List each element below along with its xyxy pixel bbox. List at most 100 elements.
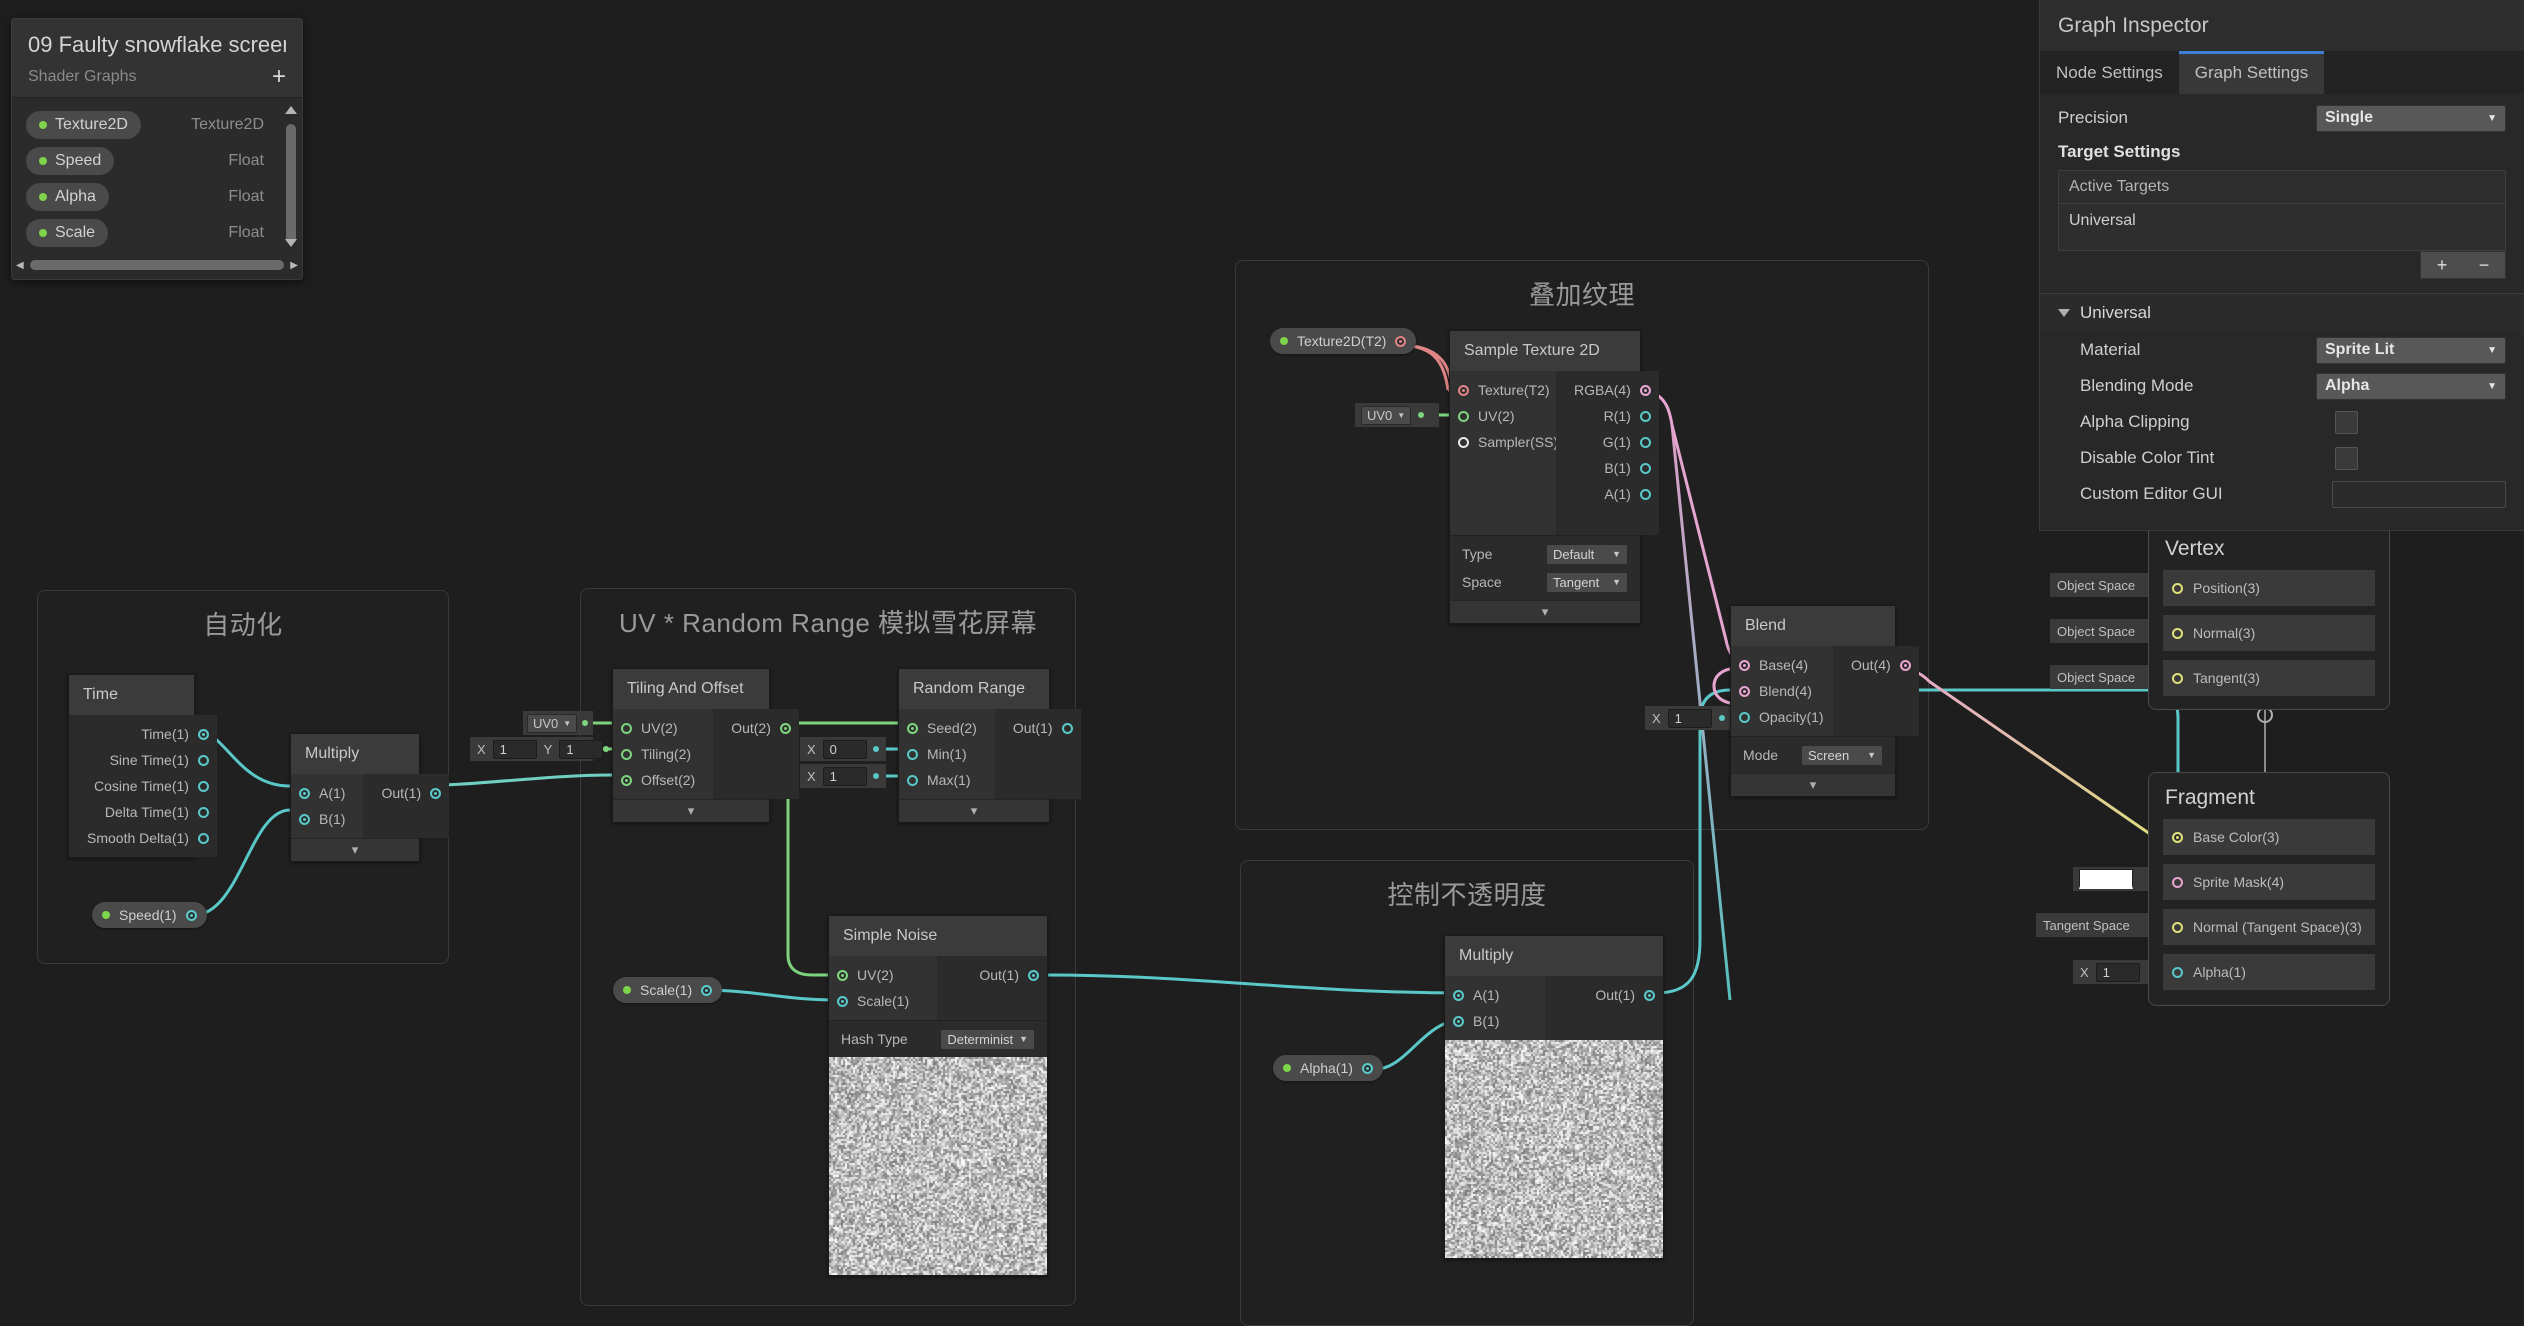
port-sine-time[interactable]: Sine Time(1): [69, 747, 217, 773]
port-dot-icon[interactable]: [1639, 488, 1651, 500]
port-dot-icon[interactable]: [621, 774, 632, 786]
port-dot-icon[interactable]: [2172, 582, 2183, 594]
list-item[interactable]: Universal: [2059, 204, 2505, 250]
vertical-scrollbar[interactable]: [284, 106, 298, 247]
type-dropdown[interactable]: Default ▼: [1546, 543, 1628, 565]
port-dot-icon[interactable]: [197, 780, 209, 792]
block-alpha[interactable]: Alpha(1): [2163, 954, 2375, 990]
collapse-toggle[interactable]: ▾: [899, 799, 1049, 822]
port-dot-icon[interactable]: [837, 995, 848, 1007]
port-texture[interactable]: Texture(T2): [1450, 377, 1556, 403]
port-a[interactable]: A(1): [291, 780, 363, 806]
precision-dropdown[interactable]: Single ▼: [2316, 104, 2506, 132]
list-item[interactable]: Speed Float: [12, 143, 302, 179]
tiling-x-input[interactable]: 1: [492, 739, 537, 759]
scroll-down-arrow-icon[interactable]: [285, 239, 297, 247]
port-dot-icon[interactable]: [1028, 969, 1039, 981]
property-pill[interactable]: Scale: [26, 219, 109, 247]
block-base-color[interactable]: Base Color(3): [2163, 819, 2375, 855]
port-dot-icon[interactable]: [1644, 989, 1655, 1001]
tiling-xy-field[interactable]: X 1 Y 1: [470, 737, 610, 761]
port-delta-time[interactable]: Delta Time(1): [69, 799, 217, 825]
port-b[interactable]: B(1): [1556, 455, 1659, 481]
target-buttons[interactable]: + −: [2420, 251, 2506, 279]
mode-dropdown[interactable]: Screen ▼: [1801, 744, 1883, 766]
max-input[interactable]: 1: [822, 766, 867, 786]
port-dot-icon[interactable]: [1739, 685, 1750, 697]
port-seed[interactable]: Seed(2): [899, 715, 995, 741]
port-dot-icon[interactable]: [1061, 722, 1073, 734]
uv-channel-field[interactable]: UV0 ▼: [523, 711, 593, 735]
port-dot-icon[interactable]: [197, 754, 209, 766]
opacity-input[interactable]: 1: [1667, 708, 1712, 728]
inspector-tabs[interactable]: Node Settings Graph Settings: [2040, 51, 2524, 94]
node-simple-noise[interactable]: Simple Noise UV(2) Scale(1) Out(1) Hash …: [828, 915, 1048, 1276]
material-row[interactable]: Material Sprite Lit ▼: [2040, 332, 2524, 368]
port-dot-icon[interactable]: [2172, 627, 2183, 639]
alpha-clipping-row[interactable]: Alpha Clipping: [2040, 404, 2524, 440]
port-dot-icon[interactable]: [907, 748, 918, 760]
port-dot-icon[interactable]: [1395, 335, 1407, 347]
tab-node-settings[interactable]: Node Settings: [2040, 51, 2179, 94]
property-list[interactable]: Texture2D Texture2D Speed Float Alpha Fl…: [12, 98, 302, 255]
port-b[interactable]: B(1): [291, 806, 363, 832]
port-scale[interactable]: Scale(1): [829, 988, 937, 1014]
block-position[interactable]: Position(3): [2163, 570, 2375, 606]
port-dot-icon[interactable]: [1739, 659, 1750, 671]
node-tiling-and-offset[interactable]: Tiling And Offset UV(2) Tiling(2) Offset…: [612, 668, 799, 823]
custom-editor-gui-row[interactable]: Custom Editor GUI: [2040, 476, 2524, 512]
list-item[interactable]: Scale Float: [12, 215, 302, 251]
port-min[interactable]: Min(1): [899, 741, 995, 767]
active-targets-list[interactable]: Active Targets Universal: [2058, 170, 2506, 251]
port-dot-icon[interactable]: [2172, 966, 2183, 978]
horizontal-scrollbar[interactable]: ◀ ▶: [12, 255, 302, 279]
remove-target-button[interactable]: −: [2463, 252, 2505, 278]
node-multiply-speed[interactable]: Multiply A(1) B(1) Out(1) ▾: [290, 733, 450, 862]
field-connector[interactable]: [1712, 715, 1732, 721]
collapse-toggle[interactable]: ▾: [291, 838, 419, 861]
precision-row[interactable]: Precision Single ▼: [2040, 100, 2524, 136]
port-dot-icon[interactable]: [837, 969, 848, 981]
field-connector[interactable]: [1411, 412, 1431, 418]
node-random-range[interactable]: Random Range Seed(2) Min(1) Max(1) Out(1…: [898, 668, 1081, 823]
custom-editor-gui-input[interactable]: [2332, 480, 2506, 508]
disable-color-tint-row[interactable]: Disable Color Tint: [2040, 440, 2524, 476]
color-swatch[interactable]: [2079, 869, 2133, 889]
port-a[interactable]: A(1): [1445, 982, 1545, 1008]
port-tiling[interactable]: Tiling(2): [613, 741, 713, 767]
blending-mode-row[interactable]: Blending Mode Alpha ▼: [2040, 368, 2524, 404]
port-dot-icon[interactable]: [430, 787, 442, 799]
blackboard-panel[interactable]: 09 Faulty snowflake screen 2 Shader Grap…: [11, 18, 303, 280]
port-dot-icon[interactable]: [1639, 384, 1651, 396]
vertical-scroll-thumb[interactable]: [286, 124, 296, 244]
port-dot-icon[interactable]: [907, 774, 918, 786]
field-connector[interactable]: [867, 746, 886, 752]
property-pill[interactable]: Alpha: [26, 183, 109, 211]
tiling-y-input[interactable]: 1: [559, 739, 604, 759]
port-dot-icon[interactable]: [621, 722, 632, 734]
port-uv[interactable]: UV(2): [829, 962, 937, 988]
blending-mode-dropdown[interactable]: Alpha ▼: [2316, 372, 2506, 400]
uv-select[interactable]: UV0 ▼: [527, 713, 578, 733]
graph-inspector-panel[interactable]: Graph Inspector Node Settings Graph Sett…: [2039, 0, 2524, 531]
space-dropdown[interactable]: Tangent ▼: [1546, 571, 1628, 593]
collapse-toggle[interactable]: ▾: [613, 799, 769, 822]
property-pill[interactable]: Texture2D: [26, 111, 141, 139]
alpha-input[interactable]: 1: [2095, 962, 2140, 982]
port-dot-icon[interactable]: [1458, 436, 1469, 448]
min-input[interactable]: 0: [822, 739, 867, 759]
port-cosine-time[interactable]: Cosine Time(1): [69, 773, 217, 799]
port-dot-icon[interactable]: [197, 832, 209, 844]
add-property-button[interactable]: +: [272, 65, 286, 89]
node-time[interactable]: Time Time(1) Sine Time(1) Cosine Time(1)…: [68, 674, 217, 858]
port-uv[interactable]: UV(2): [613, 715, 713, 741]
universal-foldout[interactable]: Universal: [2040, 294, 2524, 332]
port-dot-icon[interactable]: [1453, 1015, 1464, 1027]
port-dot-icon[interactable]: [621, 748, 632, 760]
property-pill[interactable]: Speed: [26, 147, 115, 175]
port-dot-icon[interactable]: [1639, 436, 1651, 448]
port-dot-icon[interactable]: [1639, 410, 1651, 422]
field-connector[interactable]: [577, 720, 593, 726]
property-node-scale[interactable]: Scale(1): [613, 977, 723, 1003]
port-a[interactable]: A(1): [1556, 481, 1659, 507]
